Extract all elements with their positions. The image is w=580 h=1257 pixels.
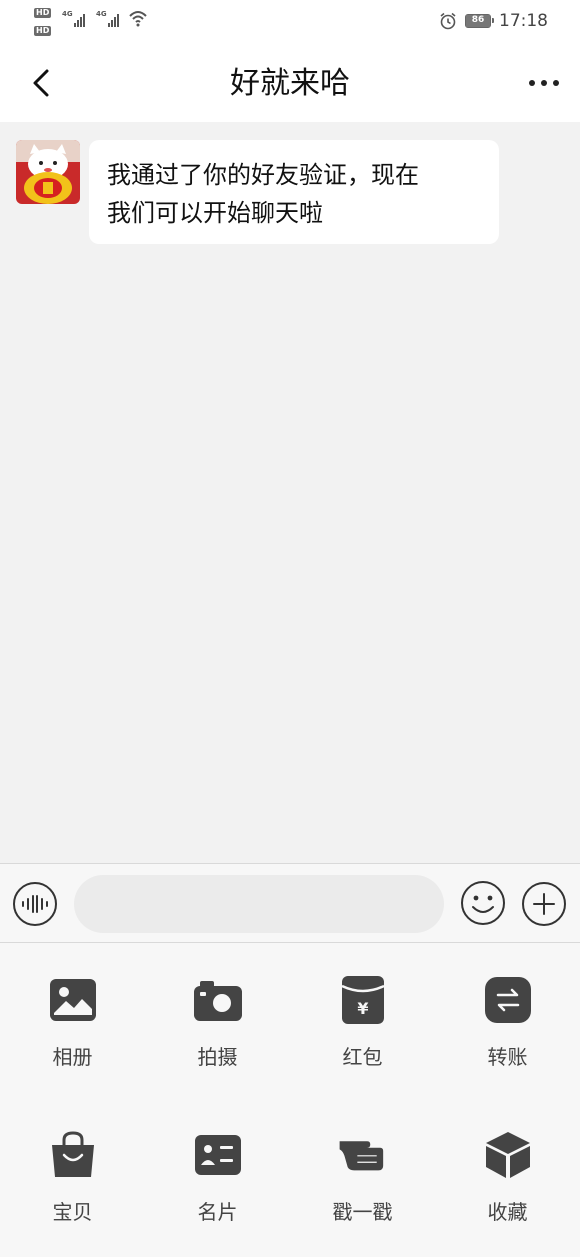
panel-label-favorites: 收藏 <box>487 1200 528 1224</box>
panel-label-album: 相册 <box>52 1045 93 1069</box>
hd-badge-1: HD <box>34 8 52 18</box>
battery-icon: 86 <box>465 14 494 28</box>
album-icon <box>48 975 98 1025</box>
panel-item-red-packet[interactable]: ¥ 红包 <box>290 975 435 1095</box>
message-bubble[interactable]: 我通过了你的好友验证，现在 我们可以开始聊天啦 <box>89 140 499 244</box>
panel-label-transfer: 转账 <box>487 1045 528 1069</box>
favorites-box-icon <box>483 1130 533 1180</box>
business-card-icon <box>193 1130 243 1180</box>
more-options-button[interactable] <box>524 70 564 96</box>
shopping-bag-icon <box>48 1130 98 1180</box>
emoji-button[interactable] <box>460 880 506 926</box>
panel-item-transfer[interactable]: 转账 <box>435 975 580 1095</box>
panel-item-baby[interactable]: 宝贝 <box>0 1130 145 1250</box>
poke-hand-icon <box>338 1130 388 1180</box>
chat-area[interactable]: 我通过了你的好友验证，现在 我们可以开始聊天啦 <box>0 122 580 863</box>
voice-input-button[interactable] <box>13 882 57 926</box>
voice-wave-icon <box>22 895 48 913</box>
battery-level: 86 <box>466 15 490 27</box>
status-time: 17:18 <box>499 11 548 31</box>
avatar[interactable] <box>16 140 80 204</box>
red-packet-icon: ¥ <box>338 975 388 1025</box>
panel-label-card: 名片 <box>197 1200 238 1224</box>
panel-item-poke[interactable]: 戳一戳 <box>290 1130 435 1250</box>
page-title: 好就来哈 <box>230 66 350 101</box>
more-dot-icon <box>553 80 559 86</box>
signal-indicators: HD HD 4G 4G <box>34 6 164 38</box>
panel-item-favorites[interactable]: 收藏 <box>435 1130 580 1250</box>
nav-bar: 好就来哈 <box>0 44 580 122</box>
status-right-group: 86 17:18 <box>439 10 548 32</box>
status-bar: HD HD 4G 4G 86 17:18 <box>0 0 580 44</box>
panel-label-baby: 宝贝 <box>52 1200 93 1224</box>
alarm-clock-icon <box>440 12 456 30</box>
transfer-icon <box>483 975 533 1025</box>
signal-icon-1 <box>74 11 85 27</box>
lucky-cat-avatar-icon <box>16 140 80 204</box>
svg-text:¥: ¥ <box>357 999 368 1018</box>
smiley-icon <box>461 881 505 925</box>
more-dot-icon <box>529 80 535 86</box>
signal-icon-2 <box>108 11 119 27</box>
more-functions-button[interactable] <box>522 882 566 926</box>
network-type-1: 4G <box>62 10 73 18</box>
message-text-line-1: 我通过了你的好友验证，现在 <box>107 161 419 189</box>
panel-label-poke: 戳一戳 <box>332 1200 393 1224</box>
camera-icon <box>193 975 243 1025</box>
function-panel: 相册 拍摄 ¥ 红包 转账 宝贝 名片 戳一戳 收藏 <box>0 943 580 1257</box>
wifi-icon <box>129 11 147 27</box>
message-input[interactable] <box>74 875 444 933</box>
message-text-line-2: 我们可以开始聊天啦 <box>107 199 323 227</box>
input-bar <box>0 863 580 943</box>
panel-item-card[interactable]: 名片 <box>145 1130 290 1250</box>
panel-item-album[interactable]: 相册 <box>0 975 145 1095</box>
plus-icon <box>533 893 555 915</box>
panel-label-red-packet: 红包 <box>342 1045 383 1069</box>
panel-item-camera[interactable]: 拍摄 <box>145 975 290 1095</box>
hd-badge-2: HD <box>34 26 52 36</box>
more-dot-icon <box>541 80 547 86</box>
network-type-2: 4G <box>96 10 107 18</box>
panel-label-camera: 拍摄 <box>197 1045 238 1069</box>
